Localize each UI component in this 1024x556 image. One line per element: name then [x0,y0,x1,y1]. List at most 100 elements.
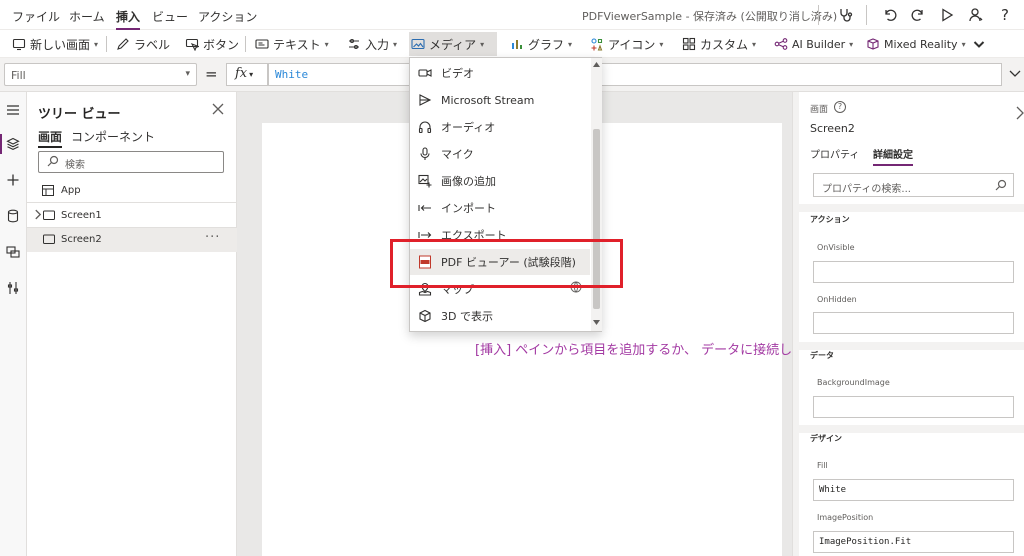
play-icon[interactable] [935,3,959,27]
input-button[interactable]: 入力 ▾ [345,32,399,56]
expand-formula-icon[interactable] [1008,66,1022,80]
field-onhidden-label: OnHidden [817,295,857,304]
ai-builder-label: AI Builder [792,37,846,51]
field-fill-input[interactable]: White [813,479,1014,501]
scroll-up-icon[interactable] [593,62,600,67]
menu-view[interactable]: ビュー [152,8,188,25]
left-rail [0,92,27,556]
field-background-image-input[interactable] [813,396,1014,418]
add-image-icon [418,174,432,188]
ribbon-more-button[interactable] [970,32,988,56]
menu-item-import[interactable]: インポート [410,195,590,221]
tree-item-screen1[interactable]: Screen1 [27,204,237,228]
insert-plus-icon[interactable] [3,170,23,190]
redo-icon[interactable] [906,3,930,27]
chevron-down-icon: ▾ [752,39,757,49]
menu-bar: ファイル ホーム 挿入 ビュー アクション PDFViewerSample - … [0,0,1024,30]
ribbon-divider [245,36,246,52]
chevron-down-icon: ▾ [659,39,664,49]
undo-icon[interactable] [878,3,902,27]
new-screen-label: 新しい画面 [30,37,91,52]
tree-item-app[interactable]: App [27,179,237,203]
chevron-down-icon: ▾ [94,39,99,49]
help-icon[interactable]: ? [993,3,1017,27]
input-icon [349,38,359,50]
tree-divider [27,202,237,203]
scroll-down-icon[interactable] [593,320,600,325]
chevron-down-icon [973,41,985,48]
stethoscope-icon[interactable] [834,3,858,27]
chevron-down-icon: ▾ [480,39,485,49]
tree-item-label: Screen1 [61,210,102,221]
button-button[interactable]: ボタン [183,32,241,56]
menu-scrollbar[interactable] [591,58,602,331]
chevron-down-icon: ▾ [568,39,573,49]
cube-icon [419,309,431,323]
field-image-position-input[interactable]: ImagePosition.Fit [813,531,1014,553]
tree-item-label: Screen2 [61,234,102,245]
section-data-header: データ [810,351,834,360]
menu-home[interactable]: ホーム [69,8,105,25]
menu-item-microsoft-stream[interactable]: Microsoft Stream [410,87,590,113]
custom-button[interactable]: カスタム ▾ [680,32,758,56]
more-options-icon[interactable]: ··· [205,230,220,245]
tab-screens[interactable]: 画面 [38,128,63,148]
close-icon[interactable] [211,102,225,116]
help-icon[interactable]: ? [834,101,846,113]
menu-insert[interactable]: 挿入 [116,8,141,30]
tab-properties[interactable]: プロパティ [810,146,859,161]
chart-button[interactable]: グラフ ▾ [508,32,574,56]
equals-sign: = [205,65,218,83]
advanced-tools-icon[interactable] [3,278,23,298]
label-icon [117,38,129,50]
mixed-reality-button[interactable]: Mixed Reality ▾ [864,32,968,56]
chevron-down-icon: ▾ [324,39,329,49]
field-fill-label: Fill [817,461,828,470]
menu-file[interactable]: ファイル [12,8,60,25]
mixed-reality-label: Mixed Reality [884,37,958,51]
media-button[interactable]: メディア ▾ [409,32,497,56]
label-button-label: ラベル [134,37,171,52]
tree-item-screen2[interactable]: Screen2 ··· [27,228,237,252]
menu-item-label: 3D で表示 [441,310,493,323]
screen-icon [43,210,55,220]
audio-icon [418,121,432,134]
icons-button[interactable]: アイコン ▾ [588,32,665,56]
label-button[interactable]: ラベル [114,32,172,56]
section-design-header: デザイン [810,434,842,443]
menu-item-video[interactable]: ビデオ [410,60,590,86]
field-onvisible-input[interactable] [813,261,1014,283]
properties-card: 画面 ? Screen2 プロパティ 詳細設定 プロパティの検索... アクショ… [799,92,1024,556]
control-type-label: 画面 [810,105,829,115]
field-background-image-label: BackgroundImage [817,378,890,387]
menu-action[interactable]: アクション [198,8,257,25]
text-button[interactable]: テキスト ▾ [253,32,331,56]
menu-item-view-3d[interactable]: 3D で表示 [410,303,590,329]
user-icon[interactable] [964,3,988,27]
tree-search-input[interactable]: 検索 [38,151,224,173]
chevron-down-icon: ▾ [393,39,398,49]
tab-components[interactable]: コンポーネント [71,128,155,145]
formula-input[interactable]: White [268,63,1002,86]
tree-view-icon[interactable] [0,134,23,154]
field-onhidden-input[interactable] [813,312,1014,334]
ai-builder-icon [774,38,788,50]
property-selector[interactable]: Fill ▾ [4,63,197,86]
data-icon[interactable] [3,206,23,226]
media-library-icon[interactable] [3,242,23,262]
menu-item-add-image[interactable]: 画像の追加 [410,168,590,194]
app-save-status: PDFViewerSample - 保存済み (公開取り消し済み) [582,10,838,23]
property-search-input[interactable]: プロパティの検索... [813,173,1014,197]
menu-item-microphone[interactable]: マイク [410,141,590,167]
menu-item-audio[interactable]: オーディオ [410,114,590,140]
chart-icon [512,40,522,49]
fx-icon: fx [235,66,248,81]
fx-button[interactable]: fx ▾ [226,63,268,86]
ribbon-divider [106,36,107,52]
chevron-right-icon[interactable] [1016,106,1024,120]
custom-button-label: カスタム [700,37,749,52]
ai-builder-button[interactable]: AI Builder ▾ [772,32,855,56]
new-screen-button[interactable]: 新しい画面 ▾ [10,32,100,56]
hamburger-menu-icon[interactable] [3,100,23,120]
tab-advanced[interactable]: 詳細設定 [873,146,913,166]
